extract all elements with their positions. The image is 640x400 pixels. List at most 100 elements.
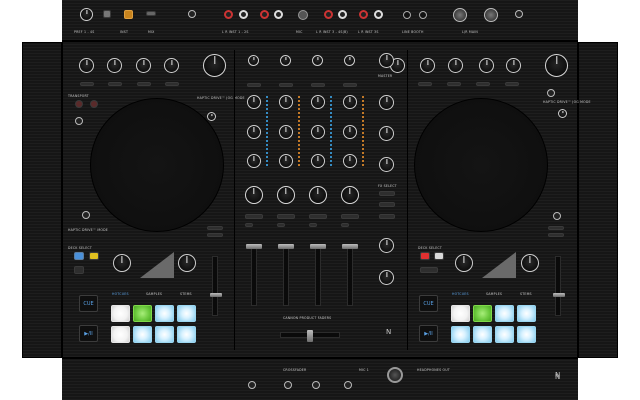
ch4-filter-knob[interactable]	[341, 186, 359, 204]
ch1-fx-btn-b[interactable]	[245, 223, 253, 227]
right-fx-btn-3[interactable]	[476, 82, 490, 86]
front-knob-1[interactable]	[248, 381, 256, 389]
right-fx-knob-3[interactable]	[448, 58, 463, 73]
left-shift-btn[interactable]	[74, 266, 84, 274]
ch1-low-knob[interactable]	[247, 154, 261, 168]
right-haptic-knob[interactable]	[553, 212, 561, 220]
left-pad-6[interactable]	[133, 326, 152, 343]
xlr-jack-1[interactable]	[453, 8, 467, 22]
rca-jack-7[interactable]	[359, 10, 368, 19]
left-jog-wheel[interactable]	[90, 98, 224, 232]
crossfader-cap[interactable]	[307, 330, 313, 342]
rca-jack-3[interactable]	[260, 10, 269, 19]
right-play-button[interactable]: ▶/II	[419, 325, 438, 342]
right-loop-knob[interactable]	[455, 254, 473, 272]
right-tempo-triangle[interactable]	[482, 252, 516, 278]
left-fx-knob-1[interactable]	[79, 58, 94, 73]
front-knob-3[interactable]	[312, 381, 320, 389]
left-tempo-triangle[interactable]	[140, 252, 174, 278]
fx-select-btn-2[interactable]	[379, 202, 395, 207]
left-fx-knob-4[interactable]	[164, 58, 179, 73]
ch3-fx-btn-b[interactable]	[309, 223, 317, 227]
left-pad-3[interactable]	[155, 305, 174, 322]
ch4-gain-knob[interactable]	[344, 55, 355, 66]
right-pad-3[interactable]	[495, 305, 514, 322]
rear-toggle[interactable]	[146, 11, 156, 16]
ch2-gain-knob[interactable]	[280, 55, 291, 66]
left-fx-btn-2[interactable]	[108, 82, 122, 86]
left-cue-button[interactable]: CUE	[79, 295, 98, 312]
left-pad-2[interactable]	[133, 305, 152, 322]
left-fx-knob-3[interactable]	[136, 58, 151, 73]
ch2-fx-btn-a[interactable]	[277, 214, 295, 219]
ch4-fx-btn-a[interactable]	[341, 214, 359, 219]
left-fx-btn-3[interactable]	[137, 82, 151, 86]
rca-jack-4[interactable]	[274, 10, 283, 19]
right-browse-knob[interactable]	[545, 54, 568, 77]
mic-eq-knob[interactable]	[379, 270, 394, 285]
left-transport-btn-2[interactable]	[90, 100, 98, 108]
ch2-fx-btn-b[interactable]	[277, 223, 285, 227]
ch2-low-knob[interactable]	[279, 154, 293, 168]
left-pad-5[interactable]	[111, 326, 130, 343]
ch1-hi-knob[interactable]	[247, 95, 261, 109]
right-pad-1[interactable]	[451, 305, 470, 322]
right-cue-button[interactable]: CUE	[419, 295, 438, 312]
ch3-mid-knob[interactable]	[311, 125, 325, 139]
ch4-fader-cap[interactable]	[342, 244, 358, 249]
booth-knob[interactable]	[379, 95, 394, 110]
right-fx-knob-5[interactable]	[506, 58, 521, 73]
ch3-cue-btn[interactable]	[311, 83, 325, 87]
left-deck-c-btn[interactable]	[89, 252, 99, 260]
left-pitch-cap[interactable]	[210, 293, 222, 297]
ch3-volume-fader[interactable]	[315, 244, 321, 306]
ch1-gain-knob[interactable]	[248, 55, 259, 66]
right-fx-btn-4[interactable]	[505, 82, 519, 86]
left-deck-a-btn[interactable]	[74, 252, 84, 260]
headphone-jack[interactable]	[387, 367, 403, 383]
front-knob-2[interactable]	[284, 381, 292, 389]
ch3-fader-cap[interactable]	[310, 244, 326, 249]
rca-jack-1[interactable]	[224, 10, 233, 19]
right-pad-7[interactable]	[495, 326, 514, 343]
ch3-fx-btn-a[interactable]	[309, 214, 327, 219]
ch1-mid-knob[interactable]	[247, 125, 261, 139]
left-play-button[interactable]: ▶/II	[79, 325, 98, 342]
right-pad-6[interactable]	[473, 326, 492, 343]
rca-jack-2[interactable]	[239, 10, 248, 19]
ch2-mid-knob[interactable]	[279, 125, 293, 139]
left-loop-knob[interactable]	[113, 254, 131, 272]
trs-jack-1[interactable]	[403, 11, 411, 19]
rear-gain-knob[interactable]	[80, 8, 93, 21]
mic-gain-knob[interactable]	[379, 238, 394, 253]
left-pad-1[interactable]	[111, 305, 130, 322]
right-fx-btn-1[interactable]	[418, 82, 432, 86]
rca-jack-5[interactable]	[324, 10, 333, 19]
right-pitch-cap[interactable]	[553, 293, 565, 297]
trs-jack-2[interactable]	[419, 11, 427, 19]
ch2-fader-cap[interactable]	[278, 244, 294, 249]
rear-pot[interactable]	[188, 10, 196, 18]
right-deck-b-btn[interactable]	[420, 252, 430, 260]
cue-mix-knob[interactable]	[379, 126, 394, 141]
right-fx-btn-2[interactable]	[447, 82, 461, 86]
mic-jack[interactable]	[298, 10, 308, 20]
left-small-knob-a[interactable]	[75, 117, 83, 125]
right-small-knob-a[interactable]	[547, 89, 555, 97]
left-fx-knob-2[interactable]	[107, 58, 122, 73]
ch4-cue-btn[interactable]	[343, 83, 357, 87]
rear-switch[interactable]	[103, 10, 111, 18]
right-shift-btn[interactable]	[420, 267, 438, 273]
left-pad-4[interactable]	[177, 305, 196, 322]
ch1-cue-btn[interactable]	[247, 83, 261, 87]
left-tempo-btn[interactable]	[207, 226, 223, 230]
right-pitch-fader[interactable]	[553, 256, 565, 316]
left-pitch-fader[interactable]	[210, 256, 222, 316]
right-jog-wheel[interactable]	[414, 98, 548, 232]
ch3-low-knob[interactable]	[311, 154, 325, 168]
right-tempo-btn[interactable]	[548, 226, 564, 230]
ch2-cue-btn[interactable]	[279, 83, 293, 87]
left-pad-7[interactable]	[155, 326, 174, 343]
left-tempo-btn-2[interactable]	[207, 233, 223, 237]
left-fx-btn-4[interactable]	[165, 82, 179, 86]
